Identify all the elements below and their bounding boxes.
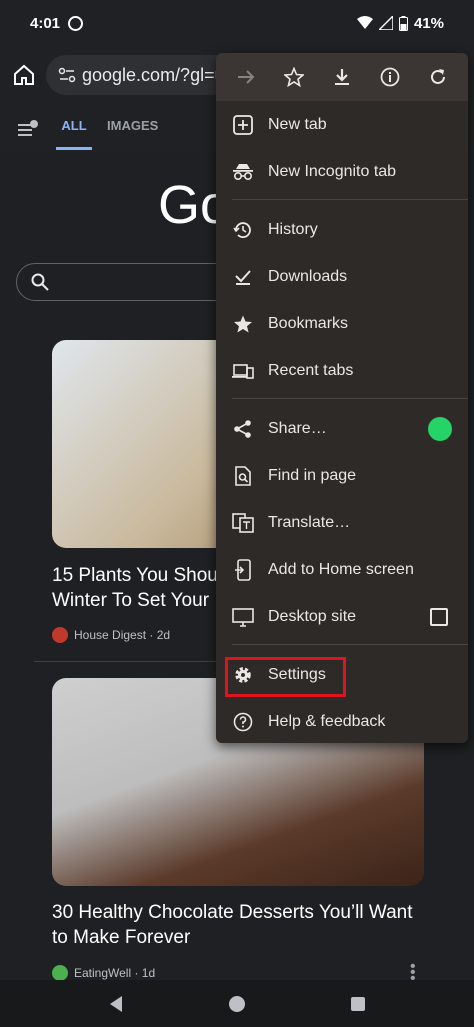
status-bar: 4:01 41% bbox=[0, 0, 474, 46]
whatsapp-notification-icon bbox=[68, 15, 84, 31]
article-source: House Digest · 2d bbox=[52, 627, 170, 643]
menu-item-bookmarks[interactable]: Bookmarks bbox=[216, 300, 468, 347]
source-logo-icon bbox=[52, 965, 68, 981]
recents-icon[interactable] bbox=[350, 996, 366, 1012]
menu-action-row bbox=[216, 53, 468, 101]
home-icon[interactable] bbox=[12, 63, 36, 87]
article-title[interactable]: 30 Healthy Chocolate Desserts You’ll Wan… bbox=[52, 900, 432, 950]
back-icon[interactable] bbox=[108, 995, 124, 1013]
menu-item-label: Recent tabs bbox=[268, 361, 354, 379]
menu-item-label: Desktop site bbox=[268, 607, 357, 625]
refresh-icon[interactable] bbox=[423, 62, 453, 92]
tab-images[interactable]: IMAGES bbox=[107, 118, 158, 133]
menu-item-label: Downloads bbox=[268, 267, 348, 285]
menu-item-help-feedback[interactable]: Help & feedback bbox=[216, 698, 468, 745]
desktop-site-checkbox[interactable] bbox=[430, 607, 448, 626]
help-icon bbox=[232, 711, 254, 733]
site-settings-icon[interactable] bbox=[58, 66, 76, 84]
battery-percent: 41% bbox=[413, 14, 444, 32]
search-icon bbox=[31, 273, 49, 291]
article-source: EatingWell · 1d bbox=[52, 965, 155, 981]
menu-item-label: Bookmarks bbox=[268, 314, 349, 332]
source-text: EatingWell · 1d bbox=[74, 966, 156, 980]
home-button-icon[interactable] bbox=[228, 995, 246, 1013]
menu-item-share[interactable]: Share… bbox=[216, 405, 468, 452]
signal-icon bbox=[378, 16, 393, 30]
article-title-line: to Make Forever bbox=[52, 927, 191, 948]
download-check-icon bbox=[232, 266, 254, 288]
menu-item-desktop-site[interactable]: Desktop site bbox=[216, 593, 468, 640]
whatsapp-icon[interactable] bbox=[428, 416, 452, 441]
add-to-home-icon bbox=[232, 558, 254, 581]
source-logo-icon bbox=[52, 627, 68, 643]
plus-box-icon bbox=[232, 114, 254, 136]
menu-item-recent-tabs[interactable]: Recent tabs bbox=[216, 347, 468, 394]
menu-item-label: New Incognito tab bbox=[268, 162, 397, 180]
menu-divider bbox=[232, 644, 468, 645]
history-icon bbox=[232, 219, 254, 241]
menu-item-label: Find in page bbox=[268, 466, 357, 484]
star-icon[interactable] bbox=[279, 62, 309, 92]
tab-all[interactable]: ALL bbox=[56, 118, 92, 150]
article-title-line: 30 Healthy Chocolate Desserts You’ll Wan… bbox=[52, 902, 413, 923]
url-text: google.com/?gl=us bbox=[82, 64, 234, 85]
menu-divider bbox=[232, 398, 468, 399]
status-time: 4:01 bbox=[30, 14, 61, 32]
menu-item-new-incognito-tab[interactable]: New Incognito tab bbox=[216, 148, 468, 195]
status-right: 41% bbox=[356, 14, 444, 32]
menu-item-label: History bbox=[268, 220, 318, 238]
source-text: House Digest · 2d bbox=[74, 628, 171, 642]
menu-item-history[interactable]: History bbox=[216, 206, 468, 253]
battery-icon bbox=[398, 15, 408, 31]
settings-highlight-box bbox=[225, 657, 346, 697]
menu-item-label: Help & feedback bbox=[268, 712, 386, 730]
bookmark-star-icon bbox=[232, 313, 254, 335]
menu-item-downloads[interactable]: Downloads bbox=[216, 253, 468, 300]
incognito-icon bbox=[232, 161, 254, 183]
menu-item-translate[interactable]: Translate… bbox=[216, 499, 468, 546]
translate-icon bbox=[232, 512, 254, 534]
find-in-page-icon bbox=[232, 465, 254, 487]
download-icon[interactable] bbox=[327, 62, 357, 92]
share-icon bbox=[232, 418, 254, 440]
recent-tabs-icon bbox=[232, 360, 254, 382]
menu-item-label: New tab bbox=[268, 115, 327, 133]
chrome-overflow-menu: New tab New Incognito tab History Downlo… bbox=[216, 53, 468, 743]
hamburger-menu-icon[interactable] bbox=[18, 120, 40, 138]
forward-icon[interactable] bbox=[231, 62, 261, 92]
wifi-icon bbox=[356, 16, 373, 29]
system-nav-bar bbox=[0, 980, 474, 1027]
menu-item-new-tab[interactable]: New tab bbox=[216, 101, 468, 148]
menu-item-label: Translate… bbox=[268, 513, 351, 531]
menu-item-label: Add to Home screen bbox=[268, 560, 414, 578]
menu-divider bbox=[232, 199, 468, 200]
menu-item-add-to-home-screen[interactable]: Add to Home screen bbox=[216, 546, 468, 593]
desktop-icon bbox=[232, 606, 254, 628]
info-icon[interactable] bbox=[375, 62, 405, 92]
menu-item-find-in-page[interactable]: Find in page bbox=[216, 452, 468, 499]
menu-item-label: Share… bbox=[268, 419, 327, 437]
